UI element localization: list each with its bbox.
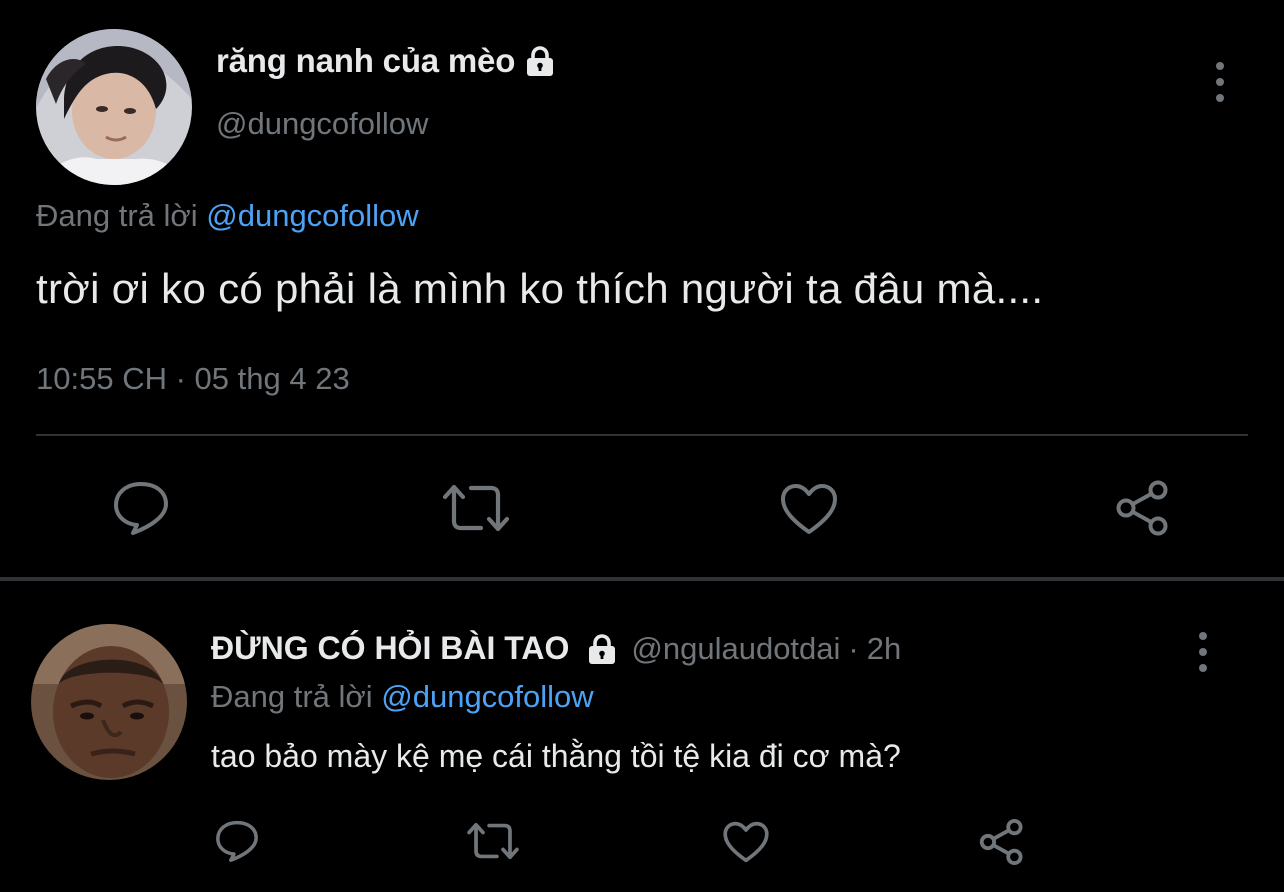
replying-label: Đang trả lời — [36, 198, 198, 233]
more-options-icon[interactable] — [1196, 632, 1210, 672]
main-tweet-avatar[interactable] — [36, 29, 192, 185]
retweet-icon[interactable] — [466, 821, 520, 861]
tweet-date: 05 thg 4 23 — [194, 361, 350, 396]
like-icon[interactable] — [722, 820, 770, 864]
reply-tweet-text: tao bảo mày kệ mẹ cái thằng tồi tệ kia đ… — [211, 738, 901, 774]
reply-tweet-header: ĐỪNG CÓ HỎI BÀI TAO @ngulaudotdai · 2h — [211, 630, 901, 667]
reply-tweet-age[interactable]: 2h — [867, 631, 901, 667]
reply-icon[interactable] — [111, 479, 171, 537]
thread-divider — [0, 577, 1284, 581]
main-tweet-name-row: răng nanh của mèo — [216, 42, 557, 80]
divider — [36, 434, 1248, 436]
reply-tweet-replying-to: Đang trả lời @dungcofollow — [211, 679, 594, 715]
tweet-thread-page: răng nanh của mèo @dungcofollow Đang trả… — [0, 0, 1284, 892]
main-tweet-replying-to: Đang trả lời @dungcofollow — [36, 198, 419, 234]
reply-tweet-handle[interactable]: @ngulaudotdai — [631, 631, 840, 667]
tweet-time: 10:55 CH — [36, 361, 167, 396]
replying-mention-link[interactable]: @dungcofollow — [206, 198, 418, 233]
share-icon[interactable] — [1114, 479, 1172, 537]
lock-icon — [523, 44, 557, 78]
main-tweet-timestamp[interactable]: 10:55 CH · 05 thg 4 23 — [36, 361, 350, 397]
retweet-icon[interactable] — [441, 483, 511, 533]
replying-label: Đang trả lời — [211, 679, 373, 714]
meta-separator: · — [848, 630, 859, 666]
main-tweet-display-name[interactable]: răng nanh của mèo — [216, 42, 515, 80]
lock-icon — [585, 632, 619, 666]
reply-tweet-avatar[interactable] — [31, 624, 187, 780]
main-tweet-handle[interactable]: @dungcofollow — [216, 106, 428, 142]
share-icon[interactable] — [978, 818, 1026, 866]
more-options-icon[interactable] — [1213, 62, 1227, 102]
meta-separator: · — [175, 361, 186, 396]
reply-icon[interactable] — [214, 818, 260, 864]
replying-mention-link[interactable]: @dungcofollow — [381, 679, 593, 714]
like-icon[interactable] — [779, 482, 839, 536]
reply-tweet-display-name[interactable]: ĐỪNG CÓ HỎI BÀI TAO — [211, 630, 569, 667]
main-tweet-text: trời ơi ko có phải là mình ko thích ngườ… — [36, 265, 1044, 312]
